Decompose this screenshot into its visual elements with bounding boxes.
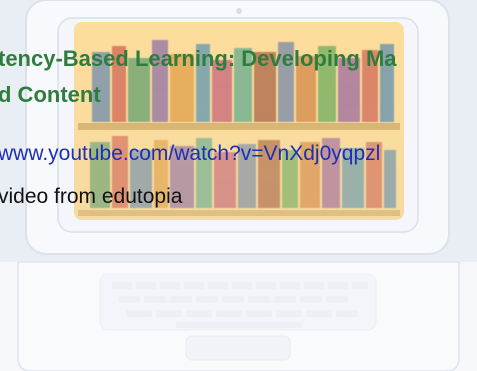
page-title-line-2: d Content [0, 82, 101, 107]
video-caption: video from edutopia [0, 185, 183, 208]
video-link[interactable]: www.youtube.com/watch?v=VnXdj0yqpzl [0, 142, 380, 166]
content-overlay: tency-Based Learning: Developing Ma d Co… [0, 0, 477, 371]
slide-stage: tency-Based Learning: Developing Ma d Co… [0, 0, 477, 371]
page-title-line-1: tency-Based Learning: Developing Ma [0, 46, 397, 71]
